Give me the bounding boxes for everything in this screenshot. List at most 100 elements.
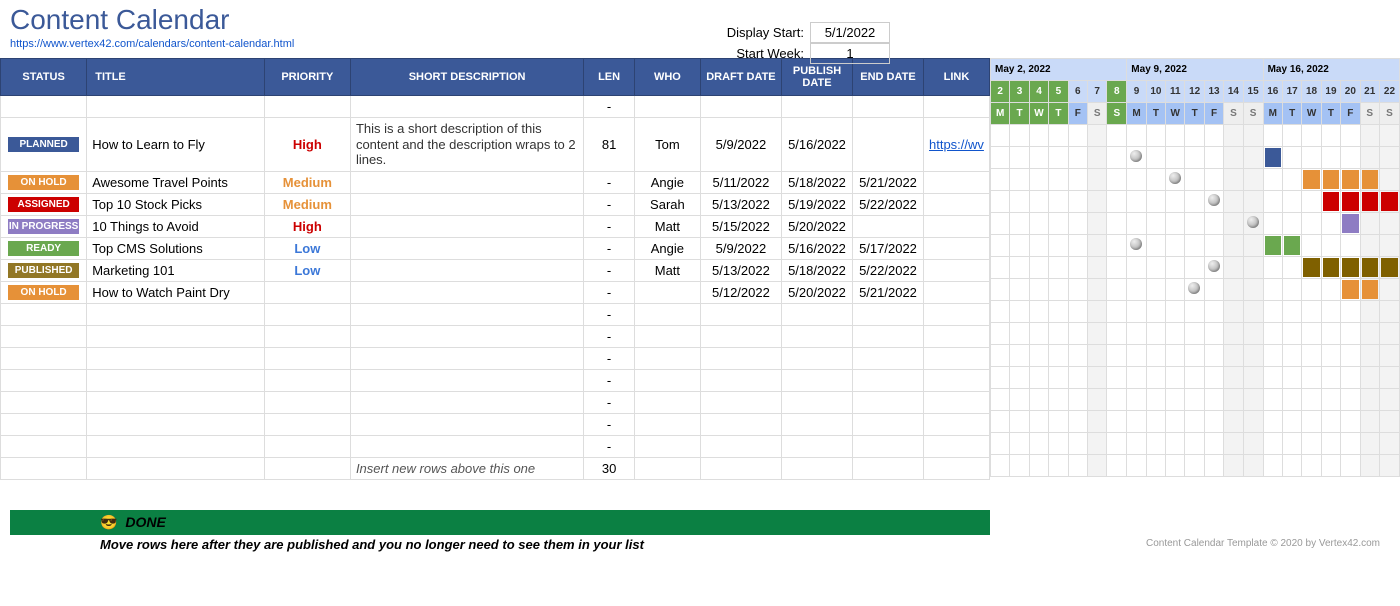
gantt-cell[interactable] — [1068, 455, 1087, 477]
gantt-cell[interactable] — [1341, 213, 1360, 235]
status-badge[interactable]: READY — [8, 241, 79, 256]
gantt-cell[interactable] — [1146, 213, 1165, 235]
gantt-cell[interactable] — [1341, 455, 1360, 477]
gantt-cell[interactable] — [1087, 147, 1106, 169]
who-cell[interactable]: Angie — [634, 237, 700, 259]
gantt-cell[interactable] — [991, 389, 1010, 411]
priority-cell[interactable]: Medium — [264, 171, 350, 193]
gantt-cell[interactable] — [1146, 235, 1165, 257]
gantt-cell[interactable] — [1185, 301, 1204, 323]
publish-cell[interactable]: 5/20/2022 — [782, 281, 853, 303]
gantt-cell[interactable] — [1068, 191, 1087, 213]
gantt-cell[interactable] — [1127, 345, 1146, 367]
gantt-cell[interactable] — [1087, 411, 1106, 433]
gantt-cell[interactable] — [1204, 345, 1223, 367]
gantt-cell[interactable] — [1302, 235, 1321, 257]
gantt-cell[interactable] — [1204, 323, 1223, 345]
gantt-cell[interactable] — [991, 345, 1010, 367]
priority-cell[interactable]: Low — [264, 237, 350, 259]
gantt-cell[interactable] — [1029, 191, 1048, 213]
gantt-cell[interactable] — [1360, 125, 1379, 147]
gantt-cell[interactable] — [1321, 125, 1340, 147]
gantt-cell[interactable] — [1360, 235, 1379, 257]
gantt-cell[interactable] — [1087, 169, 1106, 191]
gantt-cell[interactable] — [1107, 147, 1127, 169]
gantt-cell[interactable] — [1321, 235, 1340, 257]
gantt-cell[interactable] — [991, 323, 1010, 345]
gantt-cell[interactable] — [1379, 169, 1399, 191]
gantt-cell[interactable] — [1204, 389, 1223, 411]
gantt-cell[interactable] — [1263, 455, 1282, 477]
gantt-cell[interactable] — [1224, 389, 1243, 411]
gantt-cell[interactable] — [1379, 433, 1399, 455]
gantt-cell[interactable] — [1185, 257, 1204, 279]
gantt-cell[interactable] — [1282, 323, 1301, 345]
gantt-cell[interactable] — [1243, 257, 1263, 279]
gantt-cell[interactable] — [1379, 235, 1399, 257]
gantt-cell[interactable] — [1029, 433, 1048, 455]
gantt-cell[interactable] — [1321, 411, 1340, 433]
table-row[interactable]: - — [1, 96, 990, 118]
link-cell[interactable]: https://wv — [924, 118, 990, 172]
gantt-cell[interactable] — [1204, 455, 1223, 477]
gantt-cell[interactable] — [1029, 257, 1048, 279]
gantt-cell[interactable] — [1068, 433, 1087, 455]
gantt-cell[interactable] — [1360, 147, 1379, 169]
gantt-cell[interactable] — [1146, 455, 1165, 477]
gantt-cell[interactable] — [1068, 235, 1087, 257]
gantt-cell[interactable] — [1282, 411, 1301, 433]
gantt-cell[interactable] — [1010, 455, 1029, 477]
gantt-cell[interactable] — [991, 301, 1010, 323]
gantt-cell[interactable] — [1185, 323, 1204, 345]
gantt-cell[interactable] — [1321, 191, 1340, 213]
gantt-cell[interactable] — [1107, 213, 1127, 235]
gantt-cell[interactable] — [1010, 279, 1029, 301]
gantt-cell[interactable] — [1087, 191, 1106, 213]
gantt-cell[interactable] — [1282, 257, 1301, 279]
gantt-cell[interactable] — [1321, 389, 1340, 411]
gantt-cell[interactable] — [1379, 345, 1399, 367]
gantt-cell[interactable] — [1224, 235, 1243, 257]
col-status[interactable]: STATUS — [1, 59, 87, 96]
table-row[interactable]: IN PROGRESS 10 Things to Avoid High - Ma… — [1, 215, 990, 237]
gantt-cell[interactable] — [1341, 235, 1360, 257]
gantt-cell[interactable] — [1010, 301, 1029, 323]
publish-cell[interactable]: 5/18/2022 — [782, 171, 853, 193]
gantt-cell[interactable] — [1263, 389, 1282, 411]
gantt-cell[interactable] — [1360, 191, 1379, 213]
gantt-cell[interactable] — [1185, 169, 1204, 191]
gantt-cell[interactable] — [1302, 147, 1321, 169]
gantt-cell[interactable] — [1049, 191, 1068, 213]
gantt-cell[interactable] — [1379, 323, 1399, 345]
gantt-cell[interactable] — [1068, 301, 1087, 323]
priority-cell[interactable] — [264, 281, 350, 303]
gantt-cell[interactable] — [1029, 213, 1048, 235]
gantt-cell[interactable] — [1204, 301, 1223, 323]
gantt-cell[interactable] — [1068, 323, 1087, 345]
gantt-cell[interactable] — [1087, 367, 1106, 389]
len-cell[interactable]: - — [584, 237, 635, 259]
gantt-cell[interactable] — [1321, 455, 1340, 477]
gantt-cell[interactable] — [991, 367, 1010, 389]
gantt-cell[interactable] — [1379, 213, 1399, 235]
gantt-cell[interactable] — [1049, 433, 1068, 455]
gantt-cell[interactable] — [1282, 125, 1301, 147]
gantt-cell[interactable] — [1263, 433, 1282, 455]
gantt-cell[interactable] — [1282, 213, 1301, 235]
gantt-cell[interactable] — [1282, 147, 1301, 169]
gantt-cell[interactable] — [1146, 367, 1165, 389]
gantt-cell[interactable] — [1049, 389, 1068, 411]
gantt-cell[interactable] — [1185, 389, 1204, 411]
gantt-cell[interactable] — [1263, 125, 1282, 147]
gantt-cell[interactable] — [1049, 169, 1068, 191]
gantt-cell[interactable] — [1341, 323, 1360, 345]
gantt-cell[interactable] — [1341, 367, 1360, 389]
gantt-cell[interactable] — [1243, 169, 1263, 191]
gantt-cell[interactable] — [1049, 323, 1068, 345]
gantt-cell[interactable] — [1107, 125, 1127, 147]
gantt-cell[interactable] — [1010, 323, 1029, 345]
gantt-cell[interactable] — [1049, 213, 1068, 235]
gantt-cell[interactable] — [1379, 279, 1399, 301]
publish-cell[interactable]: 5/16/2022 — [782, 118, 853, 172]
end-cell[interactable]: 5/21/2022 — [853, 171, 924, 193]
